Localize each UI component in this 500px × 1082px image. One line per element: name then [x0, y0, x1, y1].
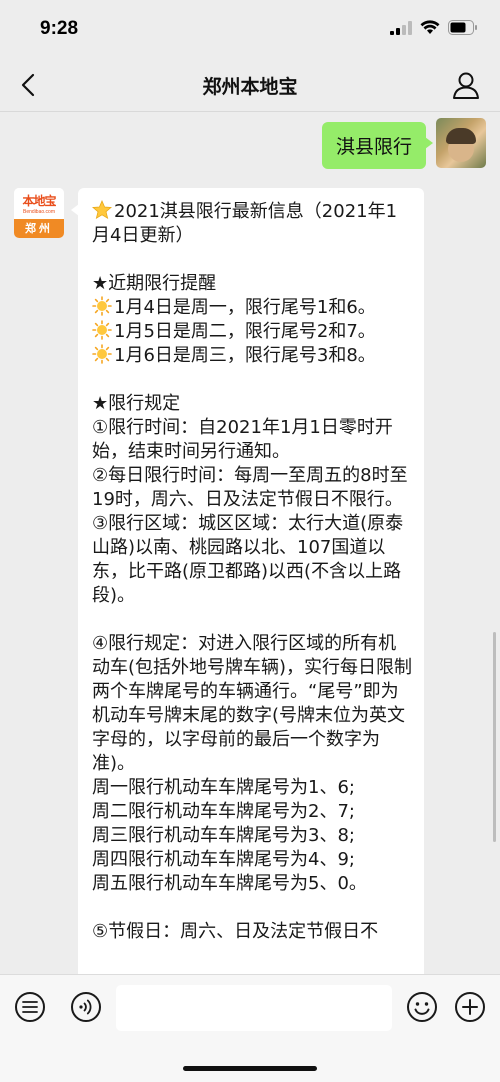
chat-area[interactable]: 淇县限行 本地宝 Bendibao.com 郑州 2021淇县限行最新信息（20… [0, 112, 500, 974]
bot-message-bubble[interactable]: 2021淇县限行最新信息（2021年1月4日更新） ★近期限行提醒 1月4日是周… [71, 188, 424, 974]
star-icon [92, 200, 112, 220]
wifi-icon [420, 20, 440, 34]
status-bar: 9:28 [0, 0, 500, 58]
message-line: ★近期限行提醒 [92, 273, 217, 294]
message-line: ⑤节假日：周六、日及法定节假日不 [92, 921, 379, 942]
message-line [92, 248, 414, 272]
message-line: 周四限行机动车车牌尾号为4、9; [92, 849, 355, 870]
message-line [92, 896, 414, 920]
message-line: 周五限行机动车车牌尾号为5、0。 [92, 873, 367, 894]
sun-icon [92, 344, 112, 364]
battery-icon [448, 20, 477, 35]
message-line: 周二限行机动车车牌尾号为2、7; [92, 801, 355, 822]
user-message-bubble[interactable]: 淇县限行 [321, 122, 434, 169]
message-line: ②每日限行时间：每周一至周五的8时至19时，周六、日及法定节假日不限行。 [92, 465, 408, 510]
profile-icon[interactable] [450, 69, 482, 101]
message-line: 周一限行机动车车牌尾号为1、6; [92, 777, 355, 798]
status-icons [390, 20, 478, 35]
bot-logo: 本地宝 Bendibao.com [14, 188, 64, 219]
message-line: 1月5日是周二，限行尾号2和7。 [92, 320, 414, 344]
message-line: 2021淇县限行最新信息（2021年1月4日更新） [92, 200, 398, 246]
sun-icon [92, 320, 112, 340]
cellular-signal-icon [390, 20, 412, 35]
sun-icon [92, 296, 112, 316]
voice-icon[interactable] [70, 991, 102, 1023]
message-line: ③限行区域：城区区域：太行大道(原泰山路)以南、桃园路以北、107国道以东，比干… [92, 513, 404, 606]
message-line: ★限行规定 [92, 393, 181, 414]
status-time: 9:28 [40, 18, 79, 39]
message-line: 周三限行机动车车牌尾号为3、8; [92, 825, 355, 846]
plus-icon[interactable] [454, 991, 486, 1023]
menu-list-icon[interactable] [14, 991, 46, 1023]
bot-avatar[interactable]: 本地宝 Bendibao.com 郑州 [14, 188, 64, 238]
message-line: ④限行规定：对进入限行区域的所有机动车(包括外地号牌车辆)，实行每日限制两个车牌… [92, 633, 413, 774]
message-line [92, 608, 414, 632]
nav-bar: 郑州本地宝 [0, 58, 500, 112]
bot-logo-city: 郑州 [14, 219, 64, 238]
chat-title: 郑州本地宝 [202, 76, 298, 98]
home-indicator[interactable] [183, 1066, 317, 1071]
user-message: 淇县限行 [321, 118, 486, 169]
message-line: ①限行时间：自2021年1月1日零时开始，结束时间另行通知。 [92, 417, 393, 462]
message-line: 1月4日是周一，限行尾号1和6。 [92, 296, 414, 320]
message-line: 1月6日是周三，限行尾号3和8。 [92, 344, 414, 368]
message-line [92, 368, 414, 392]
user-avatar[interactable] [436, 118, 486, 168]
chat-scrollbar[interactable] [493, 632, 496, 842]
message-input[interactable] [116, 985, 392, 1031]
emoji-icon[interactable] [406, 991, 438, 1023]
